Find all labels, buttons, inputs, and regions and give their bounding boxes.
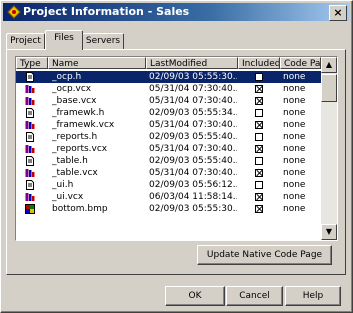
list-item[interactable]: bottom.bmp 02/09/03 05:55:30... none	[16, 203, 321, 215]
included-checkbox[interactable]	[255, 169, 263, 177]
column-header-codepage[interactable]: Code Page	[280, 57, 321, 69]
files-list[interactable]: Type Name LastModified Included Code Pag…	[15, 56, 338, 241]
file-last-modified: 05/31/04 07:30:40...	[149, 144, 237, 154]
file-code-page: none	[283, 72, 306, 82]
file-last-modified: 05/31/04 07:30:40...	[149, 168, 237, 178]
file-code-page: none	[283, 156, 306, 166]
class-library-icon	[25, 192, 35, 202]
included-checkbox[interactable]	[255, 121, 263, 129]
project-manager-icon	[7, 5, 21, 19]
class-library-icon	[25, 84, 35, 94]
close-button[interactable]: ×	[329, 5, 347, 21]
file-name: _framewk.h	[52, 108, 105, 118]
cancel-button[interactable]: Cancel	[226, 286, 283, 306]
file-name: _ui.h	[52, 180, 74, 190]
included-checkbox[interactable]	[255, 181, 263, 189]
included-checkbox[interactable]	[255, 85, 263, 93]
file-last-modified: 06/03/04 11:58:14...	[149, 192, 237, 202]
class-library-icon	[25, 168, 35, 178]
file-name: _table.h	[52, 156, 88, 166]
file-name: _table.vcx	[52, 168, 98, 178]
tab-project[interactable]: Project	[6, 33, 45, 50]
list-item[interactable]: _framewk.vcx 05/31/04 07:30:40... none	[16, 119, 321, 131]
file-code-page: none	[283, 132, 306, 142]
title-bar[interactable]: Project Information - Sales ×	[3, 3, 350, 21]
help-button[interactable]: Help	[285, 286, 341, 306]
scroll-up-arrow-icon[interactable]: ▲	[321, 57, 337, 73]
included-checkbox[interactable]	[255, 157, 263, 165]
list-rows: _ocp.h 02/09/03 05:55:30... none _ocp.vcx 05…	[16, 71, 321, 215]
update-native-code-page-button[interactable]: Update Native Code Page	[197, 245, 332, 265]
file-last-modified: 05/31/04 07:30:40...	[149, 84, 237, 94]
document-icon	[25, 132, 35, 142]
list-item[interactable]: _framewk.h 02/09/03 05:55:34... none	[16, 107, 321, 119]
column-header-type[interactable]: Type	[16, 57, 48, 69]
document-icon	[25, 156, 35, 166]
included-checkbox[interactable]	[255, 205, 263, 213]
tab-servers[interactable]: Servers	[82, 33, 124, 50]
scroll-down-arrow-icon[interactable]: ▼	[321, 224, 337, 240]
list-header: Type Name LastModified Included Code Pag…	[16, 57, 321, 71]
file-last-modified: 02/09/03 05:55:30...	[149, 204, 237, 214]
document-icon	[25, 108, 35, 118]
file-code-page: none	[283, 96, 306, 106]
included-checkbox[interactable]	[255, 97, 263, 105]
file-name: _reports.h	[52, 132, 98, 142]
file-code-page: none	[283, 204, 306, 214]
list-item[interactable]: _table.h 02/09/03 05:55:40... none	[16, 155, 321, 167]
ok-button[interactable]: OK	[165, 286, 225, 306]
list-item[interactable]: _table.vcx 05/31/04 07:30:40... none	[16, 167, 321, 179]
file-name: bottom.bmp	[52, 204, 108, 214]
included-checkbox[interactable]	[255, 145, 263, 153]
class-library-icon	[25, 144, 35, 154]
column-header-included[interactable]: Included	[238, 57, 280, 69]
window-title: Project Information - Sales	[23, 5, 190, 18]
file-last-modified: 02/09/03 05:55:30...	[149, 72, 237, 82]
file-last-modified: 05/31/04 07:30:40...	[149, 96, 237, 106]
included-checkbox[interactable]	[255, 133, 263, 141]
file-code-page: none	[283, 192, 306, 202]
list-item[interactable]: _ocp.vcx 05/31/04 07:30:40... none	[16, 83, 321, 95]
file-last-modified: 02/09/03 05:55:40...	[149, 132, 237, 142]
list-item[interactable]: _reports.h 02/09/03 05:55:40... none	[16, 131, 321, 143]
included-checkbox[interactable]	[255, 193, 263, 201]
file-code-page: none	[283, 120, 306, 130]
file-code-page: none	[283, 180, 306, 190]
list-item[interactable]: _base.vcx 05/31/04 07:30:40... none	[16, 95, 321, 107]
included-checkbox[interactable]	[255, 109, 263, 117]
list-item[interactable]: _ui.vcx 06/03/04 11:58:14... none	[16, 191, 321, 203]
file-code-page: none	[283, 108, 306, 118]
class-library-icon	[25, 96, 35, 106]
file-name: _ocp.h	[52, 72, 82, 82]
file-last-modified: 02/09/03 05:55:40...	[149, 156, 237, 166]
file-name: _ui.vcx	[52, 192, 84, 202]
file-code-page: none	[283, 144, 306, 154]
scroll-thumb[interactable]	[321, 74, 337, 102]
class-library-icon	[25, 120, 35, 130]
file-last-modified: 05/31/04 07:30:40...	[149, 120, 237, 130]
bitmap-icon	[25, 204, 35, 214]
file-name: _base.vcx	[52, 96, 97, 106]
included-checkbox[interactable]	[255, 73, 263, 81]
file-last-modified: 02/09/03 05:56:12...	[149, 180, 237, 190]
document-icon	[25, 72, 35, 82]
column-header-lastmodified[interactable]: LastModified	[146, 57, 238, 69]
file-code-page: none	[283, 168, 306, 178]
tab-files[interactable]: Files	[45, 30, 83, 50]
file-name: _ocp.vcx	[52, 84, 92, 94]
file-name: _reports.vcx	[52, 144, 108, 154]
list-item[interactable]: _reports.vcx 05/31/04 07:30:40... none	[16, 143, 321, 155]
list-item[interactable]: _ui.h 02/09/03 05:56:12... none	[16, 179, 321, 191]
document-icon	[25, 180, 35, 190]
file-last-modified: 02/09/03 05:55:34...	[149, 108, 237, 118]
column-header-name[interactable]: Name	[48, 57, 146, 69]
vertical-scrollbar[interactable]: ▲ ▼	[321, 57, 337, 240]
file-code-page: none	[283, 84, 306, 94]
file-name: _framewk.vcx	[52, 120, 115, 130]
list-item[interactable]: _ocp.h 02/09/03 05:55:30... none	[16, 71, 321, 83]
